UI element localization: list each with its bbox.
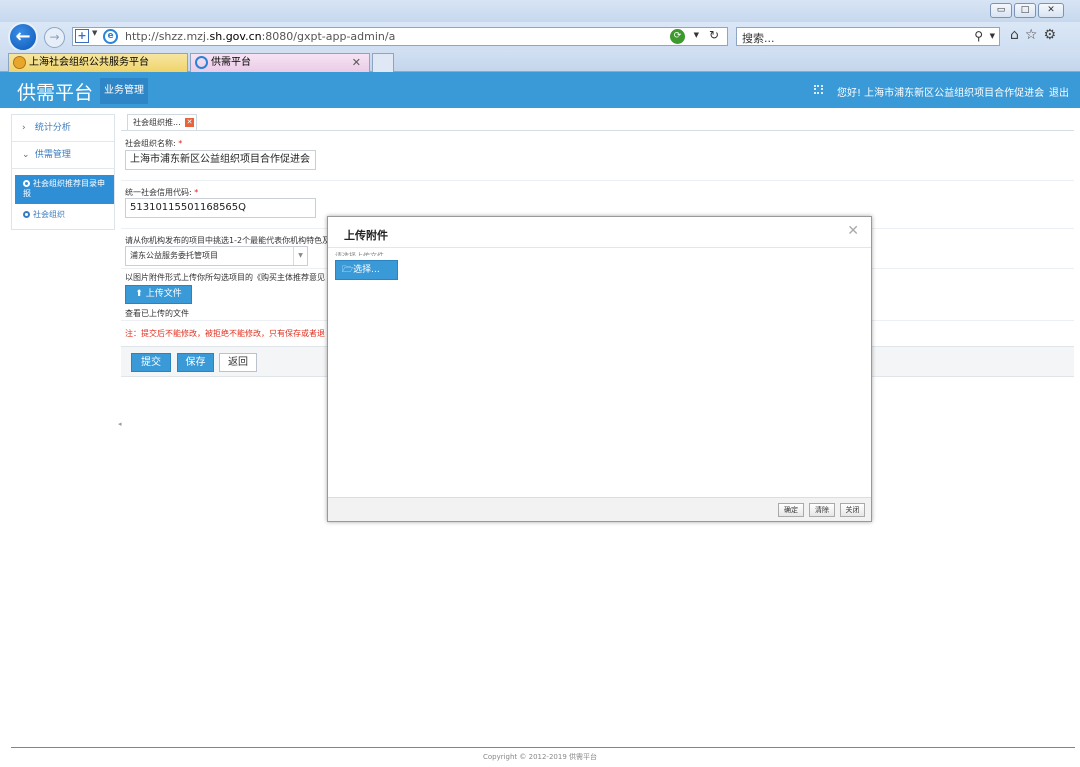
credit-code-field[interactable]: 51310115501168565Q bbox=[125, 198, 316, 218]
portal-favicon-icon bbox=[13, 56, 26, 69]
close-dialog-button[interactable]: 关闭 bbox=[840, 503, 865, 517]
back-button[interactable]: 返回 bbox=[219, 353, 257, 372]
sidebar: › 统计分析 ⌄ 供需管理 社会组织推荐目录申报 社会组织 bbox=[11, 114, 115, 230]
upload-file-button[interactable]: ⬆ 上传文件 bbox=[125, 285, 192, 304]
close-tab-icon[interactable]: ✕ bbox=[352, 54, 361, 71]
org-name-field[interactable]: 上海市浦东新区公益组织项目合作促进会 bbox=[125, 150, 316, 170]
divider bbox=[121, 180, 1074, 181]
compatibility-icon[interactable]: ⟳ bbox=[670, 29, 685, 44]
ie-page-icon: e bbox=[103, 29, 118, 44]
sidebar-subitem-social-org[interactable]: 社会组织 bbox=[15, 209, 65, 220]
select-arrow-icon: ▼ bbox=[293, 247, 307, 265]
forward-button[interactable]: → bbox=[44, 27, 65, 48]
footer-copyright: Copyright © 2012-2019 供需平台 bbox=[0, 748, 1080, 767]
close-icon[interactable]: ✕ bbox=[847, 223, 859, 239]
dialog-divider bbox=[328, 247, 871, 248]
circle-icon bbox=[23, 211, 30, 218]
upload-prompt-label: 以图片附件形式上传你所勾选项目的《购买主体推荐意见 bbox=[125, 273, 325, 282]
circle-icon bbox=[23, 180, 30, 187]
tab-divider bbox=[121, 130, 1074, 131]
new-tab-button[interactable] bbox=[372, 53, 394, 72]
search-icon[interactable]: ⚲ bbox=[974, 29, 983, 43]
tab-recommend-catalog[interactable]: 社会组织推... ✕ bbox=[127, 114, 197, 131]
search-dropdown-icon[interactable]: ▼ bbox=[990, 32, 995, 40]
clear-button[interactable]: 清除 bbox=[809, 503, 835, 517]
gear-icon[interactable]: ⚙ bbox=[1043, 27, 1056, 43]
browser-tabbar: 上海社会组织公共服务平台 供需平台 ✕ bbox=[0, 50, 1080, 72]
nav-business-management[interactable]: 业务管理 bbox=[100, 78, 148, 104]
close-tab-icon[interactable]: ✕ bbox=[185, 118, 194, 127]
user-greeting: 您好! 上海市浦东新区公益组织项目合作促进会 bbox=[837, 88, 1045, 99]
submit-note: 注：提交后不能修改，被拒绝不能修改，只有保存或者退 bbox=[125, 329, 325, 338]
save-button[interactable]: 保存 bbox=[177, 353, 214, 372]
chevron-down-icon: ⌄ bbox=[22, 150, 30, 160]
sidebar-collapse-icon[interactable]: ◂ bbox=[118, 420, 122, 428]
address-bar[interactable]: + ▼ e http://shzz.mzj.sh.gov.cn:8080/gxp… bbox=[72, 27, 728, 46]
grid-icon bbox=[814, 85, 823, 94]
upload-icon: ⬆ bbox=[135, 289, 143, 299]
credit-code-label: 统一社会信用代码: * bbox=[125, 188, 199, 197]
search-box[interactable]: 搜索... ⚲ ▼ bbox=[736, 27, 1000, 46]
view-uploaded-link[interactable]: 查看已上传的文件 bbox=[125, 308, 189, 319]
folder-open-icon: 🗁 bbox=[342, 265, 354, 275]
sidebar-item-statistics[interactable]: › 统计分析 bbox=[12, 115, 114, 142]
browser-titlebar: ▭ □ ✕ bbox=[0, 0, 1080, 22]
browser-tab-portal[interactable]: 上海社会组织公共服务平台 bbox=[8, 53, 188, 72]
sidebar-subitem-recommend-catalog[interactable]: 社会组织推荐目录申报 bbox=[15, 175, 114, 204]
maximize-button[interactable]: □ bbox=[1014, 3, 1036, 18]
app-logo: 供需平台 bbox=[17, 82, 94, 104]
ie-favicon-icon bbox=[195, 56, 208, 69]
back-button[interactable]: ← bbox=[8, 22, 38, 52]
dialog-title: 上传附件 bbox=[344, 229, 388, 242]
upload-attachment-dialog: 上传附件 ✕ 请选择上传文件 🗁选择... 确定 清除 关闭 bbox=[327, 216, 872, 522]
favorites-star-icon[interactable]: ☆ bbox=[1025, 27, 1038, 43]
dialog-hint: 请选择上传文件 bbox=[335, 252, 384, 256]
submit-button[interactable]: 提交 bbox=[131, 353, 171, 372]
add-favorite-icon[interactable]: + bbox=[75, 29, 89, 43]
logout-link[interactable]: 退出 bbox=[1049, 84, 1069, 99]
home-icon[interactable]: ⌂ bbox=[1010, 27, 1019, 43]
confirm-button[interactable]: 确定 bbox=[778, 503, 804, 517]
minimize-button[interactable]: ▭ bbox=[990, 3, 1012, 18]
sidebar-item-supply-demand[interactable]: ⌄ 供需管理 bbox=[12, 142, 114, 169]
project-prompt-label: 请从你机构发布的项目中挑选1-2个最能代表你机构特色及 bbox=[125, 236, 331, 245]
org-name-label: 社会组织名称: * bbox=[125, 139, 183, 148]
browser-tab-platform[interactable]: 供需平台 ✕ bbox=[190, 53, 370, 72]
app-header: 供需平台 业务管理 您好! 上海市浦东新区公益组织项目合作促进会 退出 bbox=[0, 72, 1080, 108]
chevron-down-icon[interactable]: ▼ bbox=[92, 29, 97, 37]
address-dropdown-icon[interactable]: ▼ bbox=[694, 31, 699, 39]
browser-navbar: ← → + ▼ e http://shzz.mzj.sh.gov.cn:8080… bbox=[0, 22, 1080, 52]
address-url[interactable]: http://shzz.mzj.sh.gov.cn:8080/gxpt-app-… bbox=[125, 30, 395, 43]
refresh-icon[interactable]: ↻ bbox=[709, 28, 719, 42]
select-file-button[interactable]: 🗁选择... bbox=[335, 260, 398, 280]
search-placeholder: 搜索... bbox=[742, 32, 775, 45]
chevron-right-icon: › bbox=[22, 123, 26, 133]
project-select[interactable]: 浦东公益服务委托管项目 ▼ bbox=[125, 246, 308, 266]
close-window-button[interactable]: ✕ bbox=[1038, 3, 1064, 18]
